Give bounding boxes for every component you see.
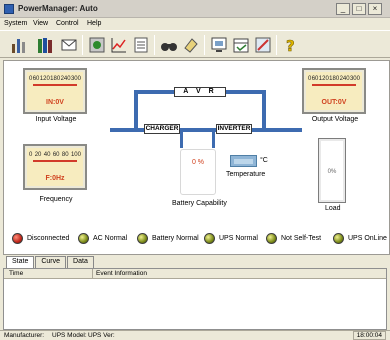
status-ac-normal: AC Normal — [78, 233, 127, 244]
clock: 18:00:04 — [352, 331, 386, 340]
log-column-event[interactable]: Event Information — [96, 270, 147, 277]
tab-curve[interactable]: Curve — [35, 256, 67, 268]
led-green-icon — [78, 233, 89, 244]
led-red-icon — [12, 233, 23, 244]
flow-left-riser — [134, 92, 138, 130]
temperature-label: Temperature — [226, 171, 266, 178]
temperature-unit: °C — [260, 157, 268, 164]
ups-model-label: UPS Model: — [52, 332, 87, 339]
flow-right-riser — [262, 92, 266, 130]
battery-capability-label: Battery Capability — [172, 200, 227, 207]
led-green-icon — [204, 233, 215, 244]
led-green-icon — [266, 233, 277, 244]
event-log[interactable]: Time Event Information — [3, 268, 387, 330]
status-ups-normal: UPS Normal — [204, 233, 258, 244]
status-battery-normal: Battery Normal — [137, 233, 199, 244]
temperature-display — [230, 155, 257, 167]
load-gauge: 0% — [318, 138, 346, 203]
tab-data[interactable]: Data — [67, 256, 94, 268]
avr-label: A V R — [174, 87, 226, 97]
tab-strip: State Curve Data — [6, 256, 95, 268]
led-green-icon — [333, 233, 344, 244]
battery-gauge: 0 % — [180, 149, 216, 195]
log-column-time[interactable]: Time — [9, 270, 23, 277]
battery-percent: 0 % — [191, 159, 205, 166]
charger-label: CHARGER — [144, 124, 180, 134]
led-green-icon — [137, 233, 148, 244]
flow-main-line — [110, 128, 302, 132]
status-disconnected: Disconnected — [12, 233, 69, 244]
status-self-test: Not Self-Test — [266, 233, 321, 244]
tab-state[interactable]: State — [6, 256, 35, 268]
status-bar: Manufacturer: UPS Model: UPS Ver: 18:00:… — [0, 330, 390, 340]
flow-inverter-drop — [212, 130, 215, 148]
ups-version-label: UPS Ver: — [88, 332, 115, 339]
load-percent: 0% — [327, 169, 337, 175]
flow-charger-drop — [180, 130, 183, 148]
log-header: Time Event Information — [4, 269, 386, 279]
manufacturer-label: Manufacturer: — [4, 332, 45, 339]
load-label: Load — [325, 205, 341, 212]
status-ups-online: UPS OnLine — [333, 233, 387, 244]
inverter-label: INVERTER — [216, 124, 252, 134]
